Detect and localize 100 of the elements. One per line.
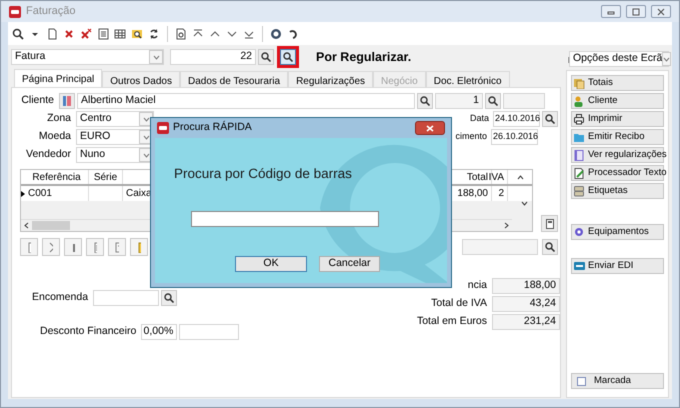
preview-icon[interactable] (175, 28, 187, 40)
dialog-prompt: Procura por Código de barras (174, 165, 353, 183)
tab[interactable]: Página Principal (14, 69, 102, 87)
column-header: Referência (25, 170, 89, 184)
client-card-button[interactable] (59, 93, 75, 109)
list-button[interactable] (86, 238, 104, 256)
close-button[interactable] (415, 121, 445, 135)
document-number-field[interactable]: 22 (170, 49, 256, 65)
date-field[interactable]: 24.10.2016 (493, 111, 540, 127)
action-button[interactable]: Equipamentos (571, 224, 664, 240)
import-button[interactable] (130, 238, 148, 256)
client-name-field[interactable]: Albertino Maciel (77, 93, 415, 109)
action-button[interactable]: Ver regularizações (571, 147, 664, 163)
tab[interactable]: Doc. Eletrónico (426, 71, 510, 87)
search-button[interactable] (485, 93, 501, 109)
notes-icon (574, 78, 585, 88)
select-value: Centro (80, 111, 112, 126)
column-header: Série (89, 170, 123, 184)
action-button[interactable]: Etiquetas (571, 183, 664, 199)
marked-checkbox[interactable]: Marcada (571, 373, 664, 389)
tab[interactable]: Outros Dados (102, 71, 180, 87)
maximize-button[interactable] (626, 5, 646, 18)
line-search-field[interactable] (462, 239, 538, 255)
search-icon (545, 242, 555, 252)
total-label: ncia (468, 278, 487, 294)
barcode-input[interactable] (191, 211, 379, 228)
select-value: Fatura (15, 49, 46, 64)
column-header: IVA (492, 170, 508, 184)
select-value: Nuno (80, 147, 106, 162)
maximize-icon (631, 8, 641, 16)
client-extra-field[interactable] (503, 93, 545, 109)
table-cell: C001 (25, 186, 89, 201)
caret-icon (142, 152, 150, 158)
field-label: Desconto Financeiro (40, 324, 138, 340)
action-button[interactable]: Totais (571, 75, 664, 91)
scroll-up-icon[interactable] (516, 174, 524, 180)
quick-search-button[interactable] (280, 49, 296, 65)
search-icon (420, 96, 430, 106)
field-label: Data (470, 112, 490, 126)
discount-amount-field[interactable] (179, 324, 240, 340)
search-button[interactable] (542, 239, 558, 255)
calculator-button[interactable] (541, 215, 558, 232)
date-field[interactable]: 26.10.2016 (491, 129, 538, 145)
drawers-icon (574, 186, 585, 196)
new-line-button[interactable] (20, 238, 38, 256)
dropdown-field[interactable]: Centro (76, 111, 154, 127)
minimize-button[interactable] (601, 5, 621, 18)
tab: Negócio (373, 71, 426, 87)
window-title: Faturação (26, 4, 76, 20)
action-button[interactable]: Enviar EDI (571, 258, 664, 274)
folder-icon (574, 132, 585, 142)
close-button[interactable] (651, 5, 671, 18)
table-icon[interactable] (114, 28, 126, 40)
caret-icon (663, 56, 670, 62)
dialog-title: Procura RÁPIDA (173, 120, 252, 136)
dialog-button[interactable]: Cancelar (319, 256, 380, 272)
field-label: Cliente (20, 93, 55, 108)
refresh-icon[interactable] (148, 28, 160, 40)
dialog-button[interactable]: OK (235, 256, 307, 272)
action-button[interactable]: Imprimir (571, 111, 664, 127)
action-button[interactable]: Processador Texto (571, 165, 664, 181)
scroll-right-icon[interactable] (504, 222, 509, 229)
edit-button[interactable] (108, 238, 126, 256)
action-button[interactable]: Cliente (571, 93, 664, 109)
delete-line-button[interactable] (42, 238, 60, 256)
caret-icon (152, 54, 160, 60)
target-icon[interactable] (270, 28, 282, 40)
search-button[interactable] (542, 111, 558, 127)
total-label: Total em Euros (416, 314, 487, 330)
total-value: 231,24 (492, 314, 560, 330)
gear-icon (574, 226, 585, 238)
search-icon[interactable] (12, 28, 24, 40)
caret-icon (142, 116, 150, 122)
folder-search-icon[interactable] (131, 28, 143, 40)
delete-all-icon[interactable] (80, 28, 92, 40)
total-label: Total de IVA (431, 296, 487, 312)
search-button[interactable] (417, 93, 433, 109)
delete-icon[interactable] (63, 28, 75, 40)
total-value: 43,24 (492, 296, 560, 312)
field-label: Encomenda (32, 290, 90, 306)
client-number-field[interactable]: 1 (435, 93, 483, 109)
app-logo-icon (157, 122, 169, 134)
search-icon (283, 52, 293, 62)
order-field[interactable] (93, 290, 160, 306)
copy-button[interactable] (64, 238, 82, 256)
search-button[interactable] (161, 290, 178, 306)
caret-icon (142, 134, 150, 140)
scrollbar-thumb[interactable] (32, 221, 70, 230)
scroll-left-icon[interactable] (24, 222, 29, 229)
search-icon (545, 114, 555, 124)
app-logo-icon (9, 6, 21, 18)
field-label: cimento (455, 130, 488, 144)
tab[interactable]: Dados de Tesouraria (180, 71, 288, 87)
action-button[interactable]: Emitir Recibo (571, 129, 664, 145)
discount-field[interactable]: 0,00% (141, 324, 178, 340)
search-icon (261, 52, 271, 62)
bookmark-icon (574, 150, 585, 160)
document-type-select[interactable]: Fatura (11, 49, 164, 65)
tab[interactable]: Regularizações (288, 71, 374, 87)
search-button[interactable] (258, 49, 274, 65)
